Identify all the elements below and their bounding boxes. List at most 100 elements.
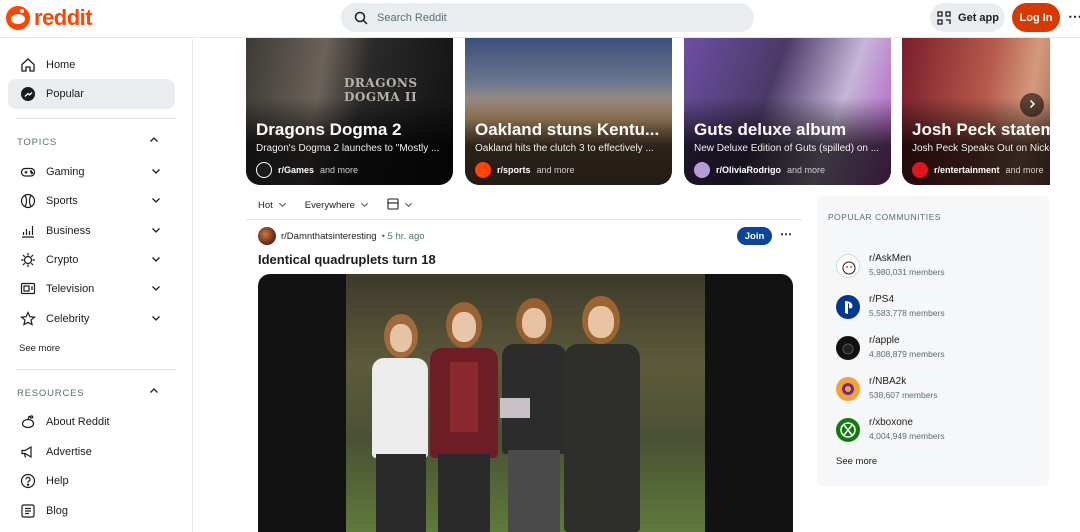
card-description: Oakland hits the clutch 3 to effectively… xyxy=(475,143,654,154)
top-header: reddit Search Reddit Get app Log In ⋯ xyxy=(0,0,1080,38)
carousel-card[interactable]: Guts deluxe album New Deluxe Edition of … xyxy=(684,38,891,185)
card-suffix: and more xyxy=(787,165,826,175)
chevron-down-icon xyxy=(151,283,161,296)
sidebar-item-label: Gaming xyxy=(46,166,85,178)
sidebar-item-advertise[interactable]: Advertise xyxy=(8,437,175,467)
chevron-up-icon xyxy=(149,386,159,399)
location-dropdown[interactable]: Everywhere xyxy=(305,200,369,212)
search-icon xyxy=(353,10,369,26)
card-title: Josh Peck statem xyxy=(912,120,1050,139)
feed-sort-bar: Hot Everywhere xyxy=(246,192,802,220)
sidebar-item-sports[interactable]: Sports xyxy=(8,186,175,216)
person-figure xyxy=(560,296,644,532)
popular-icon xyxy=(20,86,36,102)
sidebar-item-celebrity[interactable]: Celebrity xyxy=(8,304,175,334)
subreddit-avatar[interactable] xyxy=(258,227,276,245)
card-title: Dragons Dogma 2 xyxy=(256,120,402,139)
community-item[interactable]: r/apple 4,808,879 members xyxy=(836,333,1036,365)
join-button[interactable]: Join xyxy=(737,227,772,245)
community-item[interactable]: r/xboxone 4,004,949 members xyxy=(836,415,1036,447)
login-button[interactable]: Log In xyxy=(1012,3,1060,32)
apple-icon xyxy=(836,336,860,360)
sidebar-item-help[interactable]: Help xyxy=(8,466,175,496)
community-item[interactable]: r/PS4 5,583,778 members xyxy=(836,292,1036,324)
sidebar-item-label: Celebrity xyxy=(46,313,90,325)
community-name: r/PS4 xyxy=(869,294,895,305)
sports-subreddit-icon xyxy=(475,162,491,178)
help-icon xyxy=(20,473,36,489)
gamepad-icon xyxy=(20,164,36,180)
sidebar-item-business[interactable]: Business xyxy=(8,216,175,246)
card-description: New Deluxe Edition of Guts (spilled) on … xyxy=(694,143,880,154)
sidebar-item-home[interactable]: Home xyxy=(8,50,175,80)
carousel-card[interactable]: Oakland stuns Kentu... Oakland hits the … xyxy=(465,38,672,185)
sidebar-item-label: Help xyxy=(46,475,69,487)
resources-heading[interactable]: RESOURCES xyxy=(17,388,158,399)
person-figure xyxy=(426,302,502,532)
divider xyxy=(16,369,176,370)
card-meta: r/sports and more xyxy=(475,162,575,178)
post-image[interactable] xyxy=(258,274,793,532)
card-subreddit: r/OliviaRodrigo xyxy=(716,165,782,175)
sidebar-item-label: Advertise xyxy=(46,446,92,458)
card-subreddit: r/entertainment xyxy=(934,165,1000,175)
communities-see-more-link[interactable]: See more xyxy=(836,456,877,467)
chevron-down-icon xyxy=(151,313,161,326)
sidebar-item-television[interactable]: Television xyxy=(8,274,175,304)
chevron-down-icon xyxy=(278,200,287,212)
sort-label: Hot xyxy=(258,200,273,211)
sidebar-item-about-reddit[interactable]: About Reddit xyxy=(8,407,175,437)
sidebar-item-blog[interactable]: Blog xyxy=(8,496,175,526)
games-subreddit-icon xyxy=(256,162,272,178)
sidebar-item-crypto[interactable]: Crypto xyxy=(8,245,175,275)
chevron-down-icon xyxy=(151,254,161,267)
sidebar-item-label: Sports xyxy=(46,195,78,207)
view-mode-dropdown[interactable] xyxy=(387,198,413,213)
reddit-snoo-icon xyxy=(6,6,30,30)
post-subreddit-link[interactable]: r/Damnthatsinteresting xyxy=(281,231,377,242)
card-suffix: and more xyxy=(320,165,359,175)
chevron-down-icon xyxy=(151,166,161,179)
carousel-next-button[interactable] xyxy=(1020,93,1044,117)
community-item[interactable]: r/AskMen 5,980,031 members xyxy=(836,251,1036,283)
popular-communities-heading: POPULAR COMMUNITIES xyxy=(828,212,941,222)
carousel-card[interactable]: DRAGONS DOGMA II Dragons Dogma 2 Dragon'… xyxy=(246,38,453,185)
reddit-logo[interactable]: reddit xyxy=(6,5,93,31)
card-suffix: and more xyxy=(536,165,575,175)
topics-heading[interactable]: TOPICS xyxy=(17,137,158,148)
home-icon xyxy=(20,57,36,73)
sidebar-item-gaming[interactable]: Gaming xyxy=(8,157,175,187)
playstation-icon xyxy=(836,295,860,319)
card-title: Oakland stuns Kentu... xyxy=(475,120,660,139)
location-label: Everywhere xyxy=(304,200,355,211)
community-members: 4,004,949 members xyxy=(869,431,945,441)
search-input[interactable]: Search Reddit xyxy=(341,3,754,32)
community-name: r/NBA2k xyxy=(869,376,907,387)
sidebar-item-popular[interactable]: Popular xyxy=(8,79,175,109)
community-members: 538,607 members xyxy=(869,390,938,400)
left-sidebar: Home Popular TOPICS Gaming Sports Busine… xyxy=(0,39,193,532)
reddit-alien-icon xyxy=(20,414,36,430)
card-meta: r/OliviaRodrigo and more xyxy=(694,162,825,178)
trending-carousel: DRAGONS DOGMA II Dragons Dogma 2 Dragon'… xyxy=(246,38,1050,185)
chart-bars-icon xyxy=(20,223,36,239)
get-app-button[interactable]: Get app xyxy=(930,3,1005,32)
post-header: r/Damnthatsinteresting • 5 hr. ago xyxy=(258,226,794,246)
search-placeholder: Search Reddit xyxy=(377,11,447,24)
topics-see-more-link[interactable]: See more xyxy=(19,343,60,354)
resources-heading-label: RESOURCES xyxy=(17,388,85,399)
community-members: 4,808,879 members xyxy=(869,349,945,359)
post-title[interactable]: Identical quadruplets turn 18 xyxy=(258,252,436,267)
sort-dropdown[interactable]: Hot xyxy=(258,200,287,212)
crypto-icon xyxy=(20,252,36,268)
topics-heading-label: TOPICS xyxy=(17,137,57,148)
sidebar-item-label: Home xyxy=(46,59,76,71)
card-description: Josh Peck Speaks Out on Nicke xyxy=(912,143,1050,154)
logo-text: reddit xyxy=(34,5,93,30)
community-item[interactable]: r/NBA2k 538,607 members xyxy=(836,374,1036,406)
more-options-button[interactable]: ⋯ xyxy=(1068,8,1080,25)
television-icon xyxy=(20,281,36,297)
qr-code-icon xyxy=(936,10,952,26)
post-options-button[interactable]: ⋯ xyxy=(780,227,792,241)
chevron-down-icon xyxy=(360,200,369,212)
